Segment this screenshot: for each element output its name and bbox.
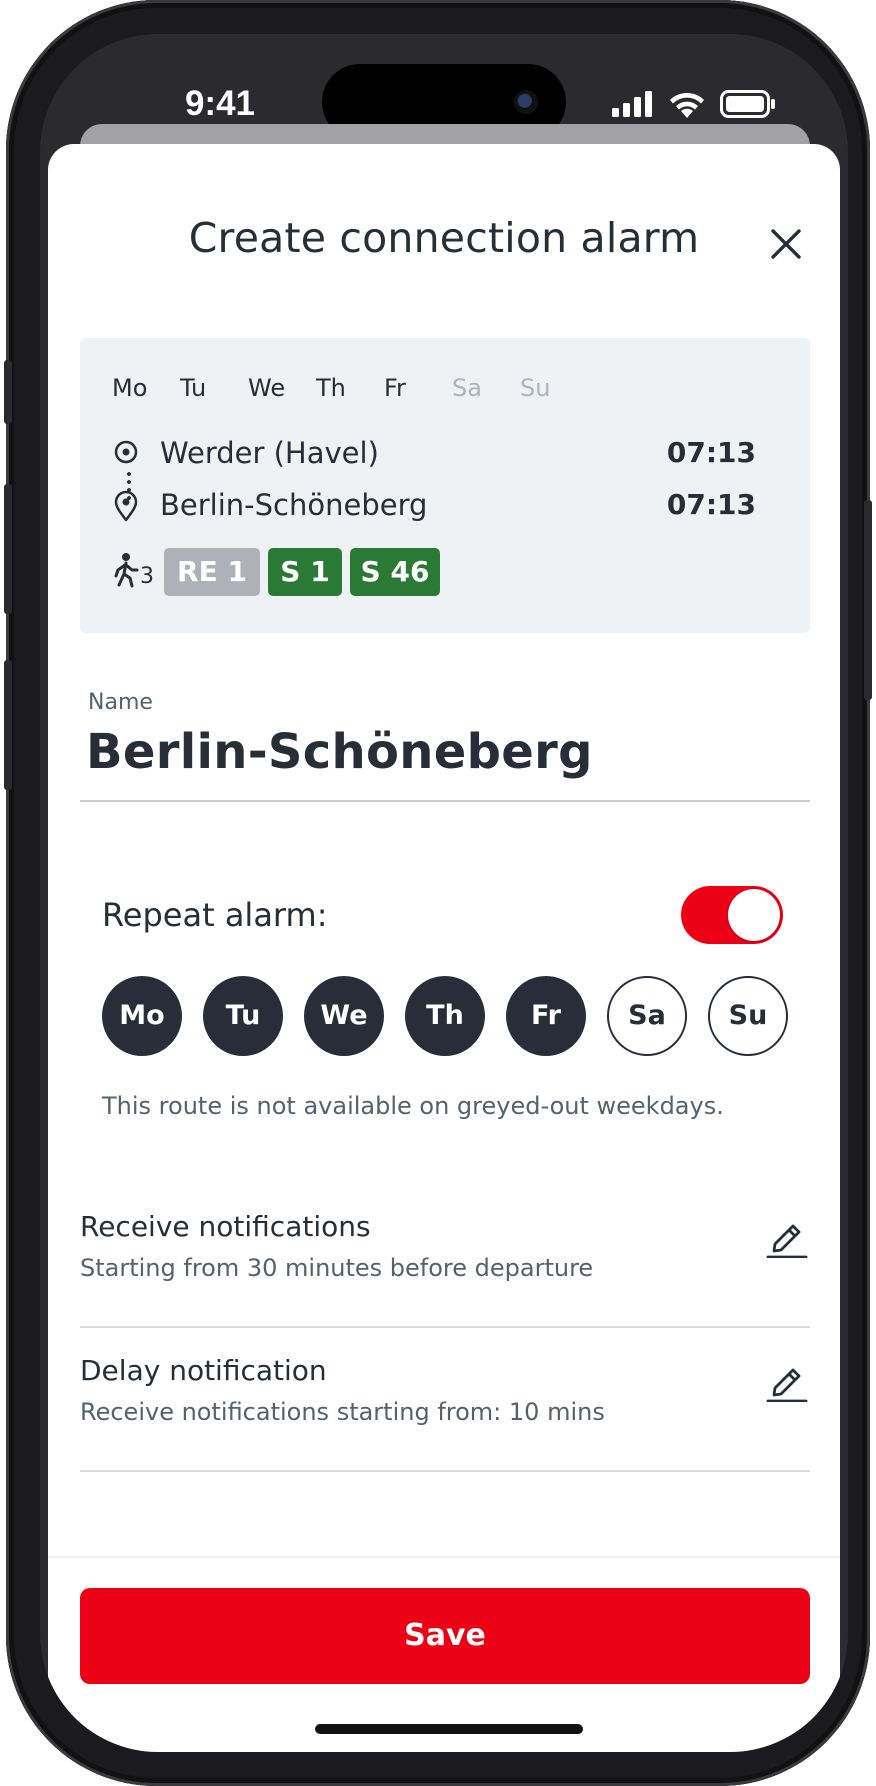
action-button: [4, 360, 12, 424]
origin-name: Werder (Havel): [160, 436, 379, 470]
cellular-signal-icon: [612, 91, 652, 117]
destination-time: 07:13: [666, 488, 756, 521]
route-summary-card: Mo Tu We Th Fr Sa Su Werder (Havel) 07:1…: [80, 338, 810, 633]
route-day: Mo: [112, 374, 148, 402]
create-alarm-sheet: Create connection alarm Mo Tu We Th Fr S…: [48, 144, 840, 1752]
availability-hint: This route is not available on greyed-ou…: [102, 1092, 724, 1120]
sheet-title: Create connection alarm: [188, 214, 700, 262]
setting-title: Receive notifications: [80, 1210, 371, 1243]
transfer-count: 3: [140, 564, 154, 589]
save-button[interactable]: Save: [80, 1588, 810, 1684]
route-day: Tu: [180, 374, 207, 402]
route-day: Th: [316, 374, 346, 402]
transfer-row: 3 RE 1 S 1 S 46: [112, 548, 812, 598]
repeat-day-sa[interactable]: Sa: [607, 976, 687, 1056]
route-day: Fr: [384, 374, 406, 402]
screen: 9:41 Create connection alarm Mo Tu We Th…: [40, 34, 848, 1752]
line-badge-s46: S 46: [350, 548, 440, 596]
origin-row: Werder (Havel) 07:13: [112, 434, 756, 474]
repeat-day-we[interactable]: We: [304, 976, 384, 1056]
name-input[interactable]: Berlin-Schöneberg: [86, 724, 593, 780]
receive-notifications-row[interactable]: Receive notifications Starting from 30 m…: [80, 1184, 810, 1328]
destination-row: Berlin-Schöneberg 07:13: [112, 486, 756, 526]
route-day-unavailable: Su: [520, 374, 551, 402]
close-icon[interactable]: [766, 224, 806, 264]
repeat-alarm-toggle[interactable]: [681, 886, 783, 944]
row-divider: [80, 1470, 810, 1472]
line-badge-re1: RE 1: [164, 548, 260, 596]
camera-icon: [514, 90, 538, 114]
footer-divider: [48, 1556, 840, 1558]
setting-title: Delay notification: [80, 1354, 327, 1387]
destination-name: Berlin-Schöneberg: [160, 488, 428, 522]
wifi-icon: [670, 92, 704, 118]
toggle-knob: [728, 889, 780, 941]
line-badge-s1: S 1: [268, 548, 342, 596]
repeat-day-mo[interactable]: Mo: [102, 976, 182, 1056]
destination-pin-icon: [114, 490, 138, 522]
repeat-alarm-label: Repeat alarm:: [102, 896, 328, 934]
volume-up-button: [4, 484, 12, 614]
pencil-icon[interactable]: [766, 1360, 808, 1402]
setting-subtitle: Receive notifications starting from: 10 …: [80, 1398, 605, 1426]
route-day: We: [248, 374, 286, 402]
repeat-day-su[interactable]: Su: [708, 976, 788, 1056]
status-time: 9:41: [184, 84, 256, 123]
status-icons: [612, 90, 776, 118]
setting-subtitle: Starting from 30 minutes before departur…: [80, 1254, 594, 1282]
home-indicator: [315, 1724, 583, 1734]
name-field-label: Name: [88, 690, 153, 715]
origin-marker-icon: [114, 440, 138, 464]
name-field-underline: [80, 800, 810, 802]
repeat-day-fr[interactable]: Fr: [506, 976, 586, 1056]
battery-icon: [720, 90, 775, 118]
repeat-day-tu[interactable]: Tu: [203, 976, 283, 1056]
power-button: [864, 500, 872, 700]
origin-time: 07:13: [666, 436, 756, 469]
phone-frame: 9:41 Create connection alarm Mo Tu We Th…: [4, 0, 872, 1786]
pencil-icon[interactable]: [766, 1216, 808, 1258]
delay-notification-row[interactable]: Delay notification Receive notifications…: [80, 1328, 810, 1472]
repeat-day-th[interactable]: Th: [405, 976, 485, 1056]
volume-down-button: [4, 660, 12, 790]
route-day-unavailable: Sa: [452, 374, 482, 402]
walking-person-icon: [114, 553, 139, 588]
